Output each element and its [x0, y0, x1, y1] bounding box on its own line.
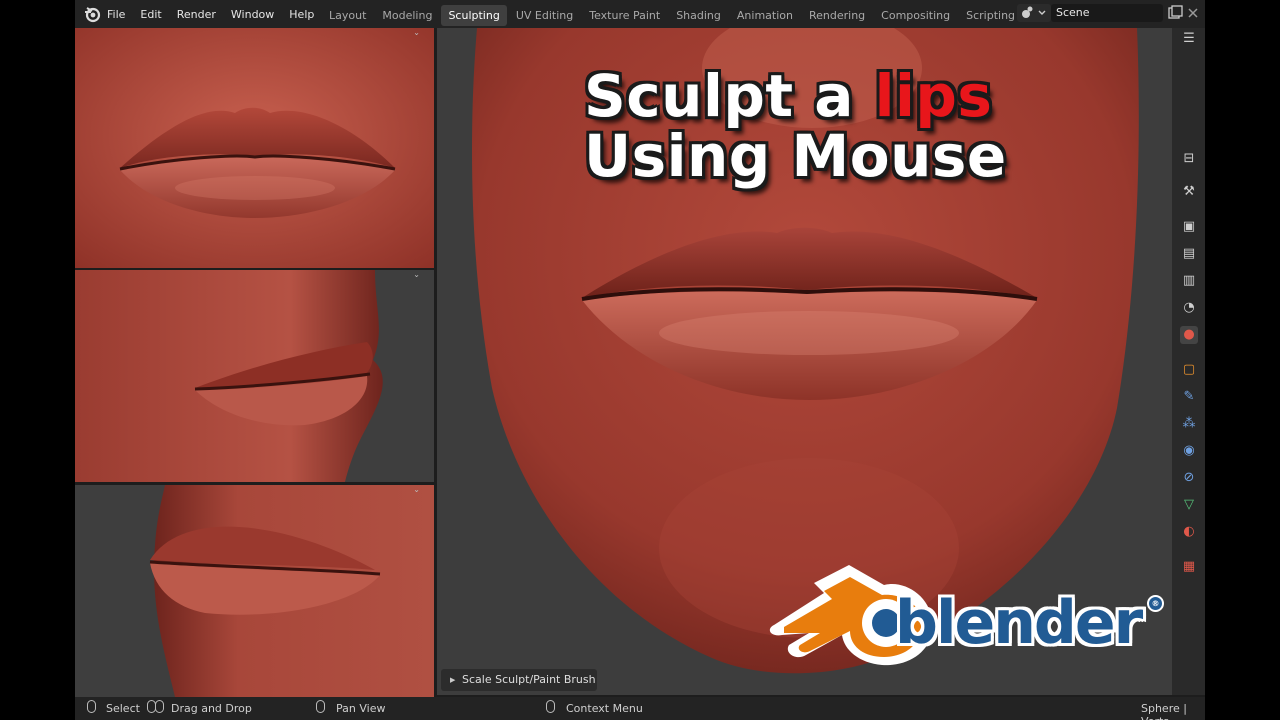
world-icon[interactable]: ●	[1180, 326, 1198, 344]
outliner-filter-icon[interactable]: ☰	[1180, 30, 1198, 48]
status-context-menu: Context Menu	[566, 702, 643, 715]
operator-label: Scale Sculpt/Paint Brush	[462, 673, 596, 686]
lips-side-render	[75, 270, 434, 482]
registered-mark: ®	[1147, 595, 1164, 612]
chevron-down-icon[interactable]: ⌄	[413, 28, 420, 37]
last-operator-panel[interactable]: ▶ Scale Sculpt/Paint Brush	[441, 669, 597, 691]
mouse-right-icon	[546, 700, 555, 713]
properties-tabs: ☰ ⊟ ⚒ ▣ ▤ ▥ ◔ ● ▢ ✎ ⁂ ◉ ⊘ ▽ ◐ ▦	[1172, 28, 1205, 695]
tab-compositing[interactable]: Compositing	[874, 5, 957, 26]
expand-triangle-icon[interactable]: ▶	[450, 669, 455, 691]
menu-help[interactable]: Help	[289, 8, 314, 21]
blender-window: File Edit Render Window Help Layout Mode…	[75, 0, 1205, 720]
blender-logo-icon[interactable]	[83, 5, 101, 23]
title-line-2: Using Mouse	[584, 122, 1007, 190]
lips-angle-render	[75, 485, 434, 697]
tab-layout[interactable]: Layout	[322, 5, 373, 26]
blender-wordmark: blender	[895, 588, 1143, 658]
status-select: Select	[106, 702, 140, 715]
material-icon[interactable]: ◐	[1180, 523, 1198, 541]
viewport-side-lips[interactable]: ⌄	[75, 270, 434, 482]
tab-sculpting[interactable]: Sculpting	[441, 4, 507, 26]
scene-type-icon	[1022, 6, 1046, 18]
tab-uv-editing[interactable]: UV Editing	[509, 5, 580, 26]
tool-icon[interactable]: ⚒	[1180, 183, 1198, 201]
chevron-down-icon[interactable]: ⌄	[413, 485, 420, 494]
particles-icon[interactable]: ⁂	[1180, 415, 1198, 433]
title-part-1: Sculpt a	[584, 62, 875, 130]
object-icon[interactable]: ▢	[1180, 361, 1198, 379]
mouse-left-icon	[87, 700, 96, 713]
render-icon[interactable]: ▣	[1180, 218, 1198, 236]
viewport-three-quarter-lips[interactable]: ⌄	[75, 485, 434, 697]
workspace-tabs: Layout Modeling Sculpting UV Editing Tex…	[322, 4, 1048, 26]
tutorial-title: Sculpt a lips Using Mouse	[584, 66, 1007, 186]
new-scene-icon[interactable]	[1167, 5, 1183, 21]
texture-icon[interactable]: ▦	[1180, 558, 1198, 576]
mouse-middle-icon	[316, 700, 325, 713]
lips-front-render	[75, 28, 434, 268]
constraints-icon[interactable]: ⊘	[1180, 469, 1198, 487]
modifier-icon[interactable]: ✎	[1180, 388, 1198, 406]
menu-file[interactable]: File	[107, 8, 125, 21]
status-drag-drop: Drag and Drop	[171, 702, 252, 715]
status-bar: Select Drag and Drop Pan View Context Me…	[75, 697, 1205, 720]
scene-name-field[interactable]: Scene	[1051, 4, 1163, 22]
status-pan-view: Pan View	[336, 702, 386, 715]
main-viewport[interactable]: Sculpt a lips Using Mouse blender ® ▶ Sc…	[437, 28, 1172, 695]
main-menu: File Edit Render Window Help	[107, 0, 329, 28]
display-mode-icon[interactable]: ⊟	[1180, 150, 1198, 168]
chevron-down-icon[interactable]: ⌄	[413, 270, 420, 279]
top-bar: File Edit Render Window Help Layout Mode…	[75, 0, 1205, 28]
title-highlight: lips	[874, 62, 993, 130]
tab-modeling[interactable]: Modeling	[375, 5, 439, 26]
output-icon[interactable]: ▤	[1180, 245, 1198, 263]
viewport-front-lips[interactable]: ⌄	[75, 28, 434, 268]
menu-window[interactable]: Window	[231, 8, 274, 21]
data-icon[interactable]: ▽	[1180, 496, 1198, 514]
tab-shading[interactable]: Shading	[669, 5, 728, 26]
scene-icon[interactable]: ◔	[1180, 299, 1198, 317]
tab-rendering[interactable]: Rendering	[802, 5, 872, 26]
close-icon[interactable]	[1185, 5, 1201, 21]
menu-render[interactable]: Render	[177, 8, 216, 21]
tab-animation[interactable]: Animation	[730, 5, 800, 26]
physics-icon[interactable]: ◉	[1180, 442, 1198, 460]
status-scene-info: Sphere | Verts	[1141, 702, 1187, 720]
mouse-right-icon	[155, 700, 164, 713]
view-layer-icon[interactable]: ▥	[1180, 272, 1198, 290]
scene-type-selector[interactable]	[1017, 4, 1051, 22]
menu-edit[interactable]: Edit	[140, 8, 161, 21]
tab-scripting[interactable]: Scripting	[959, 5, 1022, 26]
tab-texture-paint[interactable]: Texture Paint	[582, 5, 667, 26]
